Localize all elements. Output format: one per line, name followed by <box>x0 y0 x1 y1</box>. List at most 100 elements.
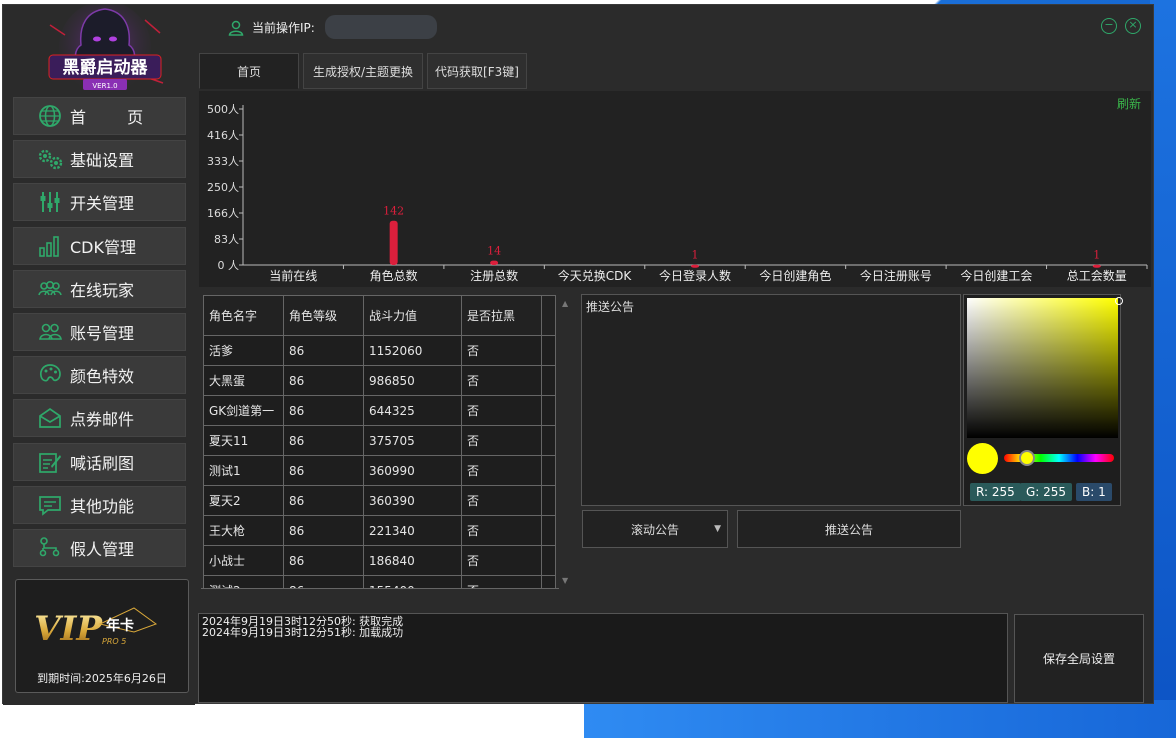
sidebar-item-color-effects[interactable]: 颜色特效 <box>13 356 186 395</box>
sidebar-item-label: 首 页 <box>70 108 162 127</box>
role-table: 角色名字 角色等级 战斗力值 是否拉黑 活爹 86 1152060 否大黑蛋 86 986… <box>203 295 556 588</box>
refresh-button[interactable]: 刷新 <box>1117 95 1141 112</box>
table-cell: 86 <box>283 455 364 486</box>
save-global-settings-button[interactable]: 保存全局设置 <box>1014 614 1144 703</box>
table-cell-spacer <box>541 335 556 366</box>
table-cell: 86 <box>283 365 364 396</box>
table-cell: 986850 <box>363 365 462 396</box>
scroll-up-icon[interactable]: ▲ <box>562 299 568 308</box>
bar <box>389 220 398 265</box>
table-cell-spacer <box>541 485 556 516</box>
color-saturation-area[interactable] <box>967 297 1123 438</box>
vip-tier: PRO 5 <box>102 637 126 646</box>
hue-slider[interactable] <box>1004 450 1114 466</box>
table-row[interactable]: 夏天2 86 360390 否 <box>203 485 556 516</box>
sliders-icon <box>36 190 64 214</box>
gears-icon <box>36 147 64 171</box>
sidebar-item-coupon-mail[interactable]: 点券邮件 <box>13 399 186 438</box>
ip-label: 当前操作IP: <box>228 19 315 36</box>
log-output: 2024年9月19日3时12分50秒: 获取完成 2024年9月19日3时12分… <box>198 613 1008 703</box>
notice-mode-select[interactable]: 滚动公告 ▼ <box>582 510 728 548</box>
table-row[interactable]: 夏天11 86 375705 否 <box>203 425 556 456</box>
bar-value-label: 1 <box>692 249 699 262</box>
table-cell: 86 <box>283 515 364 546</box>
scroll-down-icon[interactable]: ▼ <box>562 576 568 585</box>
sidebar-item-basic-settings[interactable]: 基础设置 <box>13 140 186 179</box>
x-tick-label: 注册总数 <box>470 268 518 283</box>
push-notice-button[interactable]: 推送公告 <box>737 510 961 548</box>
hue-handle[interactable] <box>1019 450 1035 466</box>
blue-value: B: 1 <box>1076 483 1112 501</box>
table-cell-spacer <box>541 545 556 576</box>
table-cell-spacer <box>541 455 556 486</box>
column-header[interactable]: 战斗力值 <box>363 295 462 336</box>
table-cell: 测试1 <box>203 455 284 486</box>
sidebar-item-online-players[interactable]: 在线玩家 <box>13 269 186 308</box>
vip-badge: VIP 年卡 PRO 5 <box>34 607 158 649</box>
table-cell: 否 <box>461 575 542 588</box>
stats-chart-panel: 500人 416人 333人 250人 166人 83人 0 人当前在线 角色总数 142 注册总… <box>199 91 1151 287</box>
green-value: G: 255 <box>1020 483 1073 501</box>
tab-license-theme[interactable]: 生成授权/主题更换 <box>303 53 423 89</box>
table-row[interactable]: 王大枪 86 221340 否 <box>203 515 556 546</box>
table-row[interactable]: 测试286155400否 <box>203 575 556 588</box>
table-cell-spacer <box>541 575 556 588</box>
table-cell: 221340 <box>363 515 462 546</box>
column-header[interactable]: 角色等级 <box>283 295 364 336</box>
edit-icon <box>36 450 64 474</box>
table-row[interactable]: 小战士 86 186840 否 <box>203 545 556 576</box>
red-value: R: 255 <box>970 483 1021 501</box>
y-tick-label: 83人 <box>214 233 239 246</box>
logo-graphic: 黑爵启动器 VER1.0 <box>48 1 164 93</box>
sidebar-item-cdk-management[interactable]: CDK管理 <box>13 226 186 265</box>
x-tick-label: 当前在线 <box>269 268 317 283</box>
tab-home[interactable]: 首页 <box>199 53 299 89</box>
close-button[interactable]: × <box>1125 18 1141 34</box>
sidebar-item-bot-management[interactable]: 假人管理 <box>13 528 186 567</box>
table-cell: 测试2 <box>203 575 284 588</box>
mail-icon <box>36 406 64 430</box>
app-logo: 黑爵启动器 VER1.0 <box>35 1 175 97</box>
x-tick-label: 今日注册账号 <box>860 268 932 283</box>
stats-chart: 500人 416人 333人 250人 166人 83人 0 人当前在线 角色总数 142 注册总… <box>207 103 1148 283</box>
sidebar-item-other-features[interactable]: 其他功能 <box>13 485 186 524</box>
table-cell: 644325 <box>363 395 462 426</box>
column-header[interactable]: 是否拉黑 <box>461 295 542 336</box>
table-row[interactable]: 活爹 86 1152060 否 <box>203 335 556 366</box>
table-cell-spacer <box>541 395 556 426</box>
table-row[interactable]: GK剑道第一 86 644325 否 <box>203 395 556 426</box>
window-controls: − × <box>1101 18 1141 34</box>
table-cell: 否 <box>461 335 542 366</box>
table-cell: 否 <box>461 515 542 546</box>
sidebar-item-label: 假人管理 <box>70 539 135 559</box>
table-cell-spacer <box>541 515 556 546</box>
sidebar-item-label: 开关管理 <box>70 194 135 214</box>
minimize-button[interactable]: − <box>1101 18 1117 34</box>
table-row[interactable]: 大黑蛋 86 986850 否 <box>203 365 556 396</box>
table-cell: 155400 <box>363 575 462 588</box>
sidebar-item-label: 基础设置 <box>70 151 135 171</box>
notice-input[interactable]: 推送公告 <box>581 294 961 506</box>
sidebar-item-label: 喊话刷图 <box>70 453 135 473</box>
table-cell: 否 <box>461 455 542 486</box>
sidebar-item-switch-management[interactable]: 开关管理 <box>13 183 186 222</box>
table-cell: 否 <box>461 395 542 426</box>
y-tick-label: 166人 <box>207 207 239 220</box>
sidebar-item-account-management[interactable]: 账号管理 <box>13 312 186 351</box>
table-cell: 360390 <box>363 485 462 516</box>
bar-value-label: 14 <box>487 245 501 258</box>
table-cell: 否 <box>461 365 542 396</box>
tab-code-fetch[interactable]: 代码获取[F3键] <box>427 53 527 89</box>
sidebar-item-broadcast[interactable]: 喊话刷图 <box>13 442 186 481</box>
column-header-spacer <box>541 295 556 336</box>
vip-card-type: 年卡 <box>106 617 134 634</box>
bar-value-label: 142 <box>383 205 404 218</box>
sidebar-item-label: 在线玩家 <box>70 280 135 300</box>
x-tick-label: 今日登录人数 <box>659 268 731 283</box>
role-table-area: 角色名字 角色等级 战斗力值 是否拉黑 活爹 86 1152060 否大黑蛋 86 986… <box>201 295 573 589</box>
color-handle[interactable] <box>1115 297 1123 305</box>
column-header[interactable]: 角色名字 <box>203 295 284 336</box>
sidebar-item-home[interactable]: 首 页 <box>13 97 186 135</box>
table-scrollbar[interactable]: ▲ ▼ <box>559 295 571 589</box>
table-row[interactable]: 测试1 86 360990 否 <box>203 455 556 486</box>
